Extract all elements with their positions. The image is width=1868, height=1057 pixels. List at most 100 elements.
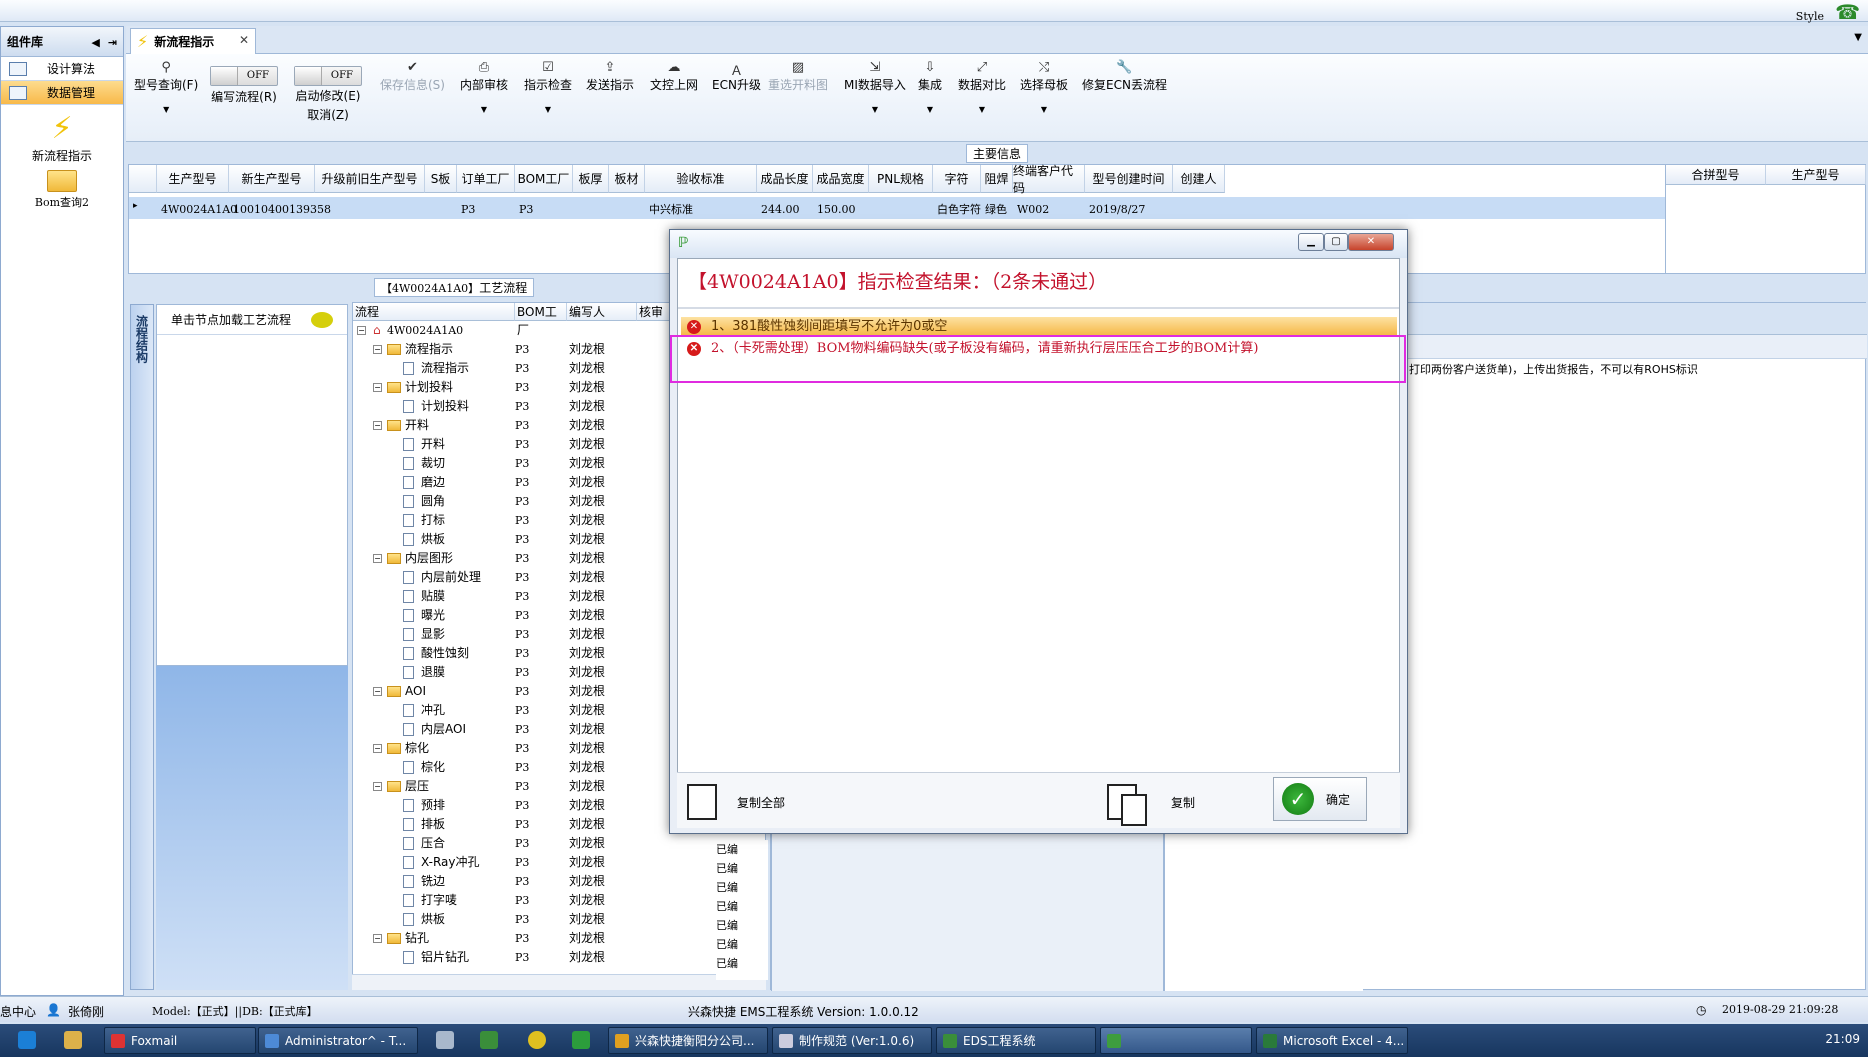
fix-ecn-button[interactable]: 🔧 修复ECN丢流程: [1082, 60, 1167, 93]
column-header[interactable]: 成品长度: [757, 165, 813, 193]
column-header[interactable]: BOM工厂: [515, 303, 567, 337]
column-header[interactable]: 编写人: [567, 303, 637, 321]
table-cell[interactable]: P3: [457, 199, 515, 219]
chevron-down-icon[interactable]: ▼: [1854, 32, 1862, 43]
column-header[interactable]: 生产型号: [157, 165, 229, 193]
select-master-button[interactable]: ⤭ 选择母板 ▼: [1020, 60, 1068, 114]
taskbar-item-foxmail[interactable]: Foxmail: [104, 1027, 256, 1054]
issue-item[interactable]: ✕ 1、381酸性蚀刻间距填写不允许为0或空: [681, 317, 1397, 337]
column-header[interactable]: 订单工厂: [457, 165, 515, 193]
excel-quick-icon[interactable]: [480, 1031, 498, 1049]
expand-toggle-icon[interactable]: −: [373, 345, 382, 354]
taskbar-item-administrator[interactable]: Administrator^ - T...: [258, 1027, 418, 1054]
expand-toggle-icon[interactable]: −: [373, 744, 382, 753]
toggle-switch[interactable]: OFF: [210, 66, 278, 86]
table-cell[interactable]: 4W0024A1A0: [157, 199, 237, 219]
taskbar-item-excel[interactable]: Microsoft Excel - 4...: [1256, 1027, 1408, 1054]
reselect-cut-button[interactable]: ▨ 重选开料图: [768, 60, 828, 93]
column-header[interactable]: 流程: [353, 303, 515, 321]
column-header[interactable]: 生产型号: [1766, 165, 1866, 185]
model-query-button[interactable]: ⚲ 型号查询(F) ▼: [134, 60, 198, 114]
tree-row[interactable]: 烘板 P3 刘龙根: [353, 910, 765, 929]
table-cell[interactable]: 2019/8/27: [1085, 199, 1173, 219]
taskbar-item-xingsen[interactable]: 兴森快捷衡阳分公司...: [608, 1027, 768, 1054]
nav-new-flow-instruction[interactable]: ⚡ 新流程指示: [1, 111, 123, 164]
minimize-button[interactable]: ▁: [1298, 233, 1324, 251]
save-info-button[interactable]: ✔ 保存信息(S): [380, 60, 445, 93]
expand-toggle-icon[interactable]: −: [373, 687, 382, 696]
expand-toggle-icon[interactable]: −: [373, 934, 382, 943]
tree-row[interactable]: X-Ray冲孔 P3 刘龙根: [353, 853, 765, 872]
taskbar-item-active[interactable]: [1100, 1027, 1252, 1054]
message-center[interactable]: 息中心: [0, 1003, 36, 1020]
column-header[interactable]: 板厚: [573, 165, 609, 193]
column-header[interactable]: 板材: [609, 165, 645, 193]
table-cell[interactable]: 244.00: [757, 199, 813, 219]
flow-structure-vtab[interactable]: 流程结构: [130, 304, 154, 990]
terminal-icon[interactable]: [572, 1031, 590, 1049]
maximize-button[interactable]: ▢: [1324, 233, 1348, 251]
column-header[interactable]: 字符: [933, 165, 981, 193]
column-header[interactable]: 阻焊: [981, 165, 1013, 193]
table-cell[interactable]: [425, 199, 457, 219]
nav-bom-query[interactable]: Bom查询2: [1, 170, 123, 210]
mi-import-button[interactable]: ⇲ MI数据导入 ▼: [844, 60, 906, 114]
nav-item-data-management[interactable]: 数据管理: [1, 81, 123, 105]
table-cell[interactable]: 150.00: [813, 199, 869, 219]
table-cell[interactable]: [869, 199, 933, 219]
column-header[interactable]: 验收标准: [645, 165, 757, 193]
start-modify-toggle[interactable]: OFF 启动修改(E) 取消(Z): [294, 66, 362, 123]
instruction-check-button[interactable]: ☑ 指示检查 ▼: [524, 60, 572, 114]
copy-button[interactable]: 复制: [1107, 781, 1195, 826]
table-cell[interactable]: P3: [515, 199, 573, 219]
taskbar-clock[interactable]: 21:09: [1825, 1032, 1860, 1046]
expand-toggle-icon[interactable]: −: [373, 421, 382, 430]
pin-icon[interactable]: ⇥: [108, 36, 117, 49]
ie-icon[interactable]: [18, 1031, 36, 1049]
table-cell[interactable]: [1173, 199, 1225, 219]
horizontal-scrollbar[interactable]: [352, 974, 766, 990]
column-header[interactable]: 终端客户代码: [1013, 164, 1085, 195]
taskbar-item-eds[interactable]: EDS工程系统: [936, 1027, 1096, 1054]
table-cell[interactable]: W002: [1013, 199, 1085, 219]
send-instruction-button[interactable]: ⇪ 发送指示: [586, 60, 634, 93]
column-header[interactable]: 合拼型号: [1666, 165, 1766, 185]
table-cell[interactable]: [573, 199, 609, 219]
internal-review-button[interactable]: ⎙ 内部审核 ▼: [460, 60, 508, 114]
column-header[interactable]: BOM工厂: [515, 165, 573, 193]
column-header[interactable]: S板: [425, 165, 457, 193]
ok-button[interactable]: ✓ 确定: [1273, 777, 1367, 821]
notepad-icon[interactable]: [436, 1031, 454, 1049]
data-compare-button[interactable]: ⤢ 数据对比 ▼: [958, 60, 1006, 114]
column-header[interactable]: 升级前旧生产型号: [315, 165, 425, 193]
column-header[interactable]: 创建人: [1173, 165, 1225, 193]
ecn-upgrade-button[interactable]: Ａ ECN升级: [712, 60, 761, 93]
tree-row[interactable]: 打字唛 P3 刘龙根: [353, 891, 765, 910]
table-cell[interactable]: 10010400139358: [229, 199, 331, 219]
edit-flow-toggle[interactable]: OFF 编写流程(R): [210, 66, 278, 108]
integrate-button[interactable]: ⇩ 集成 ▼: [918, 60, 942, 114]
tab-new-flow-instruction[interactable]: ⚡ 新流程指示 ✕: [130, 28, 256, 54]
column-header[interactable]: 成品宽度: [813, 165, 869, 193]
copy-all-button[interactable]: 复制全部: [687, 781, 785, 823]
column-header[interactable]: PNL规格: [869, 165, 933, 193]
column-header[interactable]: 新生产型号: [229, 165, 315, 193]
style-menu[interactable]: Style: [1796, 10, 1824, 23]
upload-doc-button[interactable]: ☁ 文控上网: [650, 60, 698, 93]
tree-row[interactable]: 压合 P3 刘龙根: [353, 834, 765, 853]
table-cell[interactable]: 白色字符: [933, 199, 981, 219]
explorer-icon[interactable]: [64, 1031, 82, 1049]
nav-item-design-algorithm[interactable]: 设计算法: [1, 57, 123, 81]
expand-toggle-icon[interactable]: −: [373, 782, 382, 791]
taskbar-item-spec[interactable]: 制作规范 (Ver:1.0.6): [772, 1027, 932, 1054]
column-header[interactable]: 型号创建时间: [1085, 165, 1173, 193]
dialog-titlebar[interactable]: ℙ ▁ ▢ ✕: [670, 230, 1407, 258]
expand-toggle-icon[interactable]: −: [373, 554, 382, 563]
phone-icon[interactable]: ☎: [1835, 0, 1860, 24]
close-tab-icon[interactable]: ✕: [239, 33, 249, 47]
tree-row[interactable]: 铝片钻孔 P3 刘龙根: [353, 948, 765, 967]
cancel-button[interactable]: 取消(Z): [307, 108, 349, 122]
table-cell[interactable]: 中兴标准: [645, 199, 757, 219]
expand-toggle-icon[interactable]: −: [373, 383, 382, 392]
tree-row[interactable]: 铣边 P3 刘龙根: [353, 872, 765, 891]
